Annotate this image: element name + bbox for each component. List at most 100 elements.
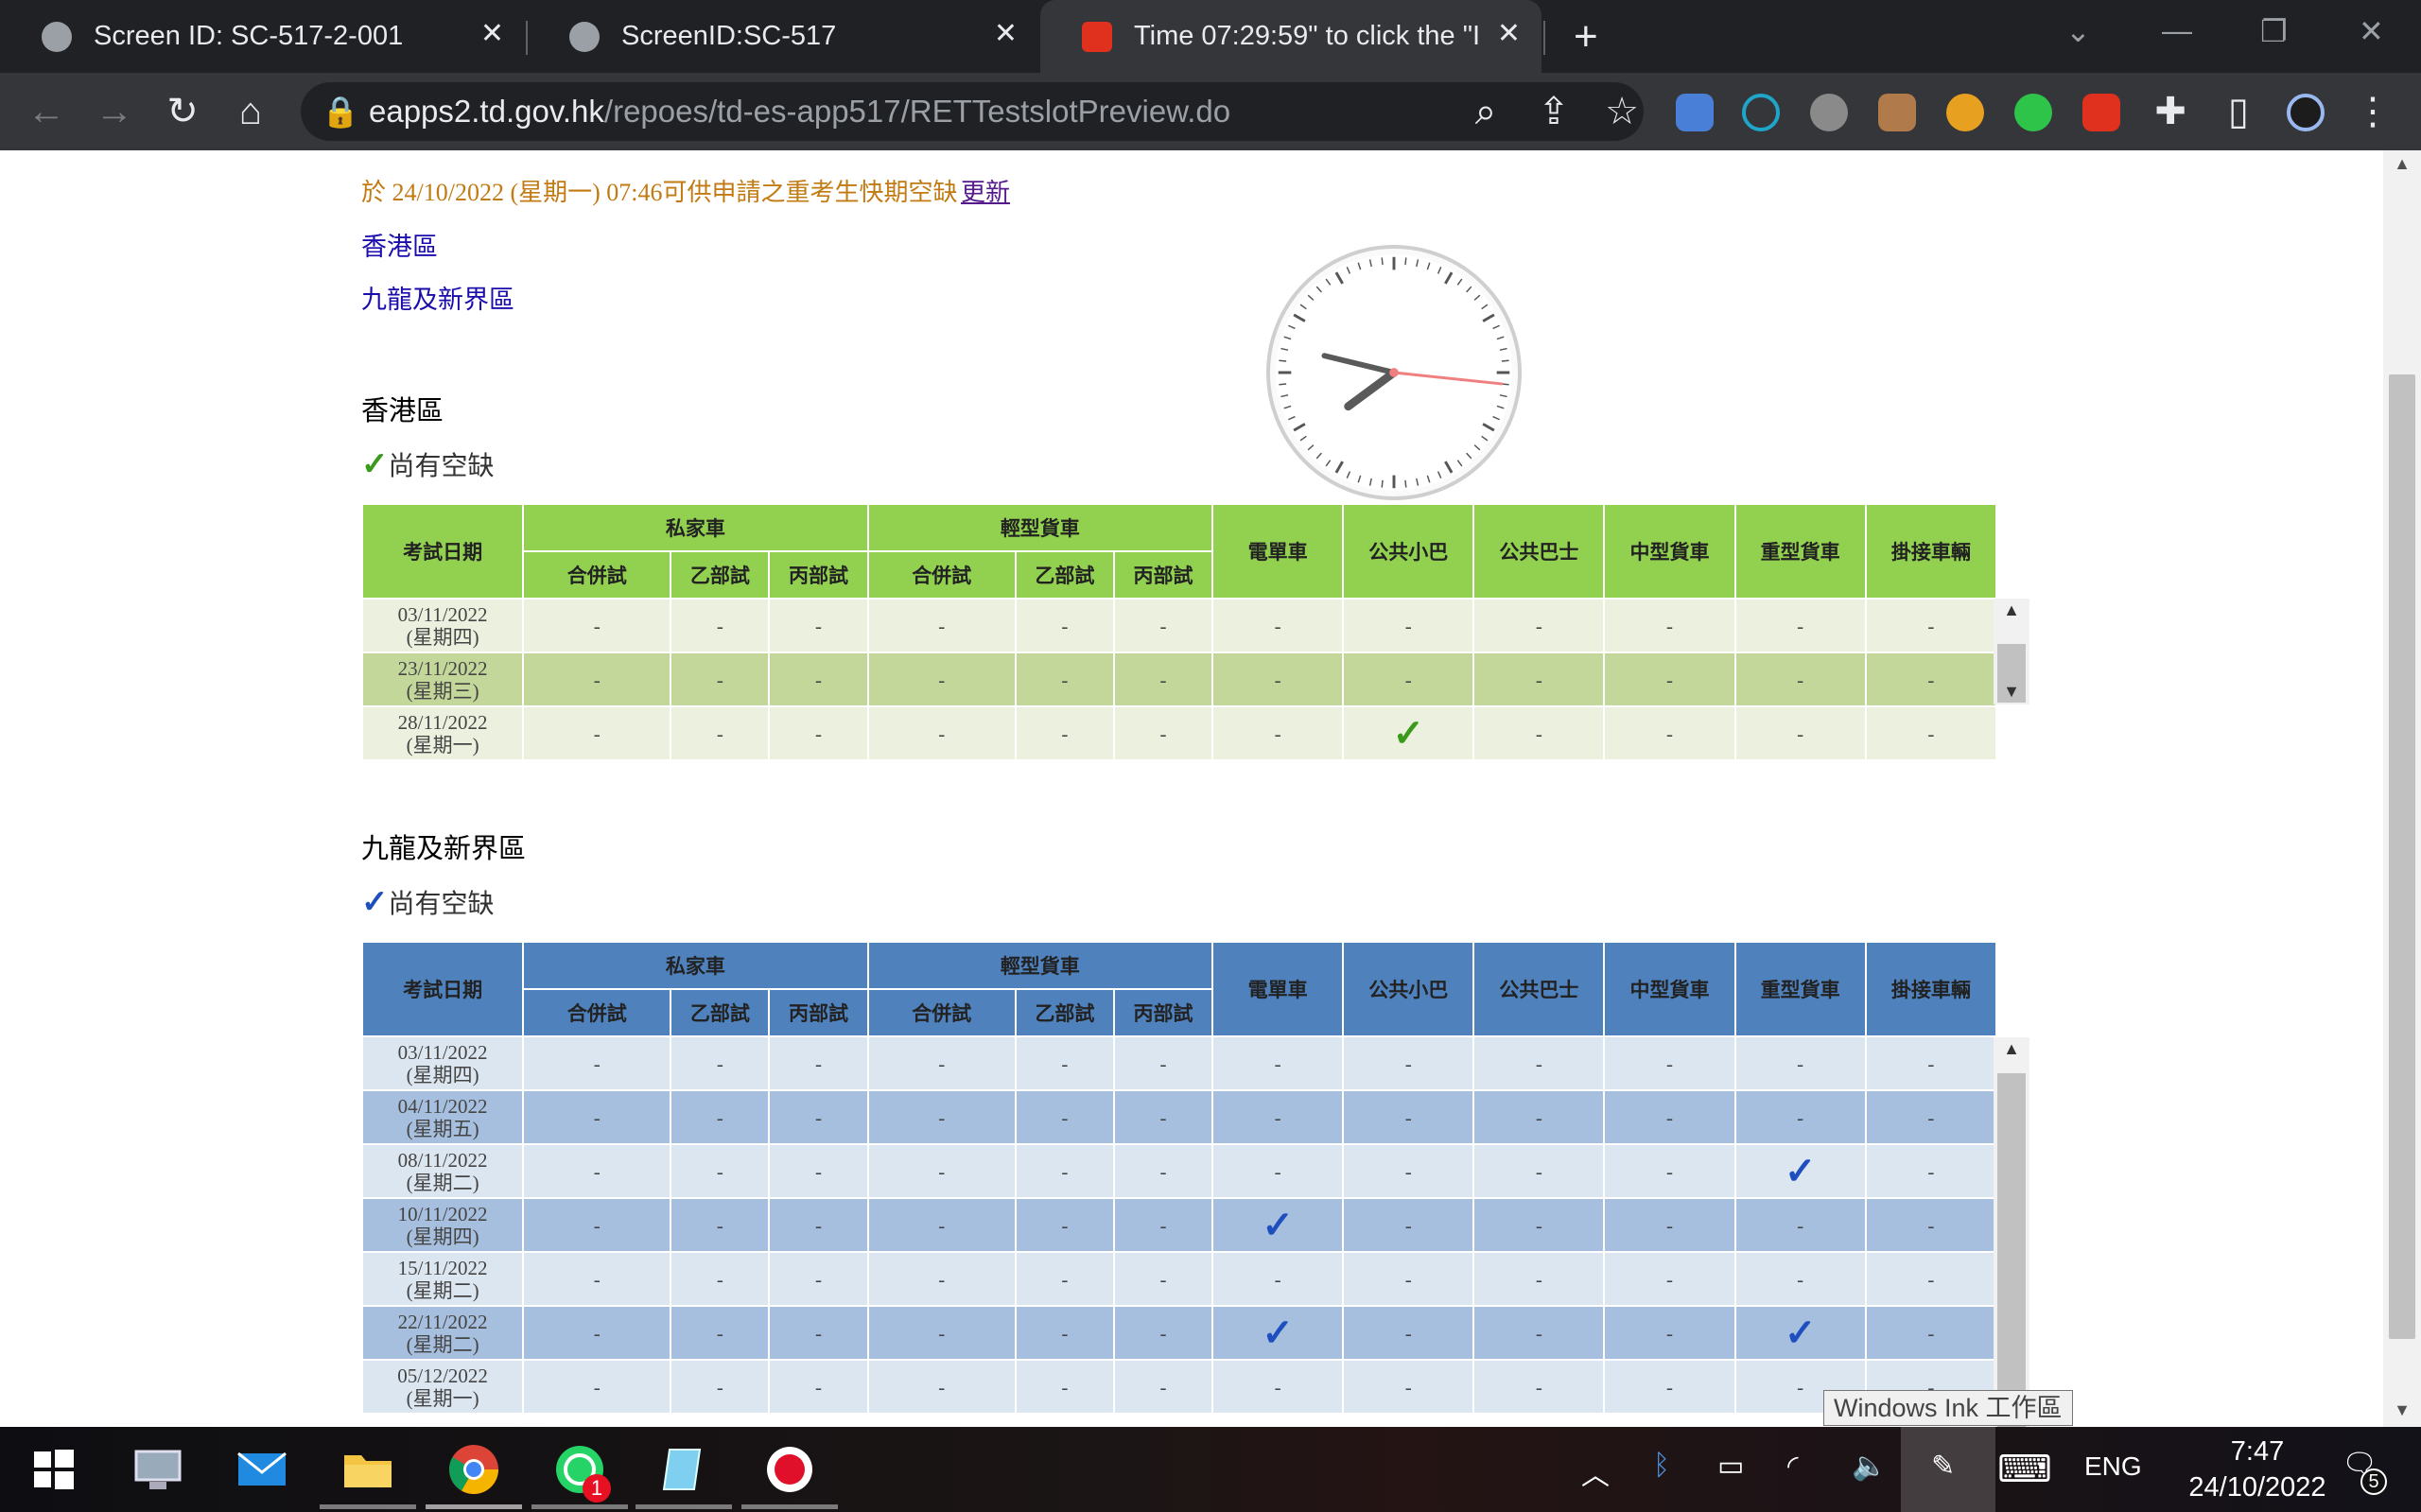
- battery-icon[interactable]: ▭: [1717, 1450, 1744, 1483]
- start-button[interactable]: [26, 1442, 81, 1497]
- spy-extension-icon[interactable]: [1878, 94, 1916, 131]
- home-icon[interactable]: ⌂: [229, 90, 272, 133]
- scrollbar-thumb[interactable]: [1997, 1073, 2026, 1427]
- taskbar-clock-date[interactable]: 24/10/2022: [2158, 1472, 2357, 1503]
- touch-keyboard-icon[interactable]: ⌨: [1997, 1448, 2052, 1491]
- new-tab-button[interactable]: +: [1574, 13, 1598, 61]
- exam-weekday: (星期二): [406, 1332, 479, 1356]
- slot-unavailable-cell: -: [1472, 1359, 1606, 1415]
- slot-unavailable-cell: -: [1112, 1143, 1214, 1199]
- windows-ink-button[interactable]: ✎: [1901, 1427, 1995, 1512]
- refresh-link[interactable]: 更新: [961, 173, 1010, 208]
- close-tab-icon[interactable]: ✕: [994, 17, 1018, 50]
- clock-tick: [1473, 294, 1481, 301]
- back-arrow-icon[interactable]: ←: [25, 90, 68, 133]
- slot-unavailable-cell: -: [768, 1197, 869, 1253]
- clock-tick: [1416, 259, 1420, 268]
- region-link-hong-kong[interactable]: 香港區: [361, 226, 438, 263]
- scroll-down-arrow-icon[interactable]: ▼: [1994, 682, 2029, 702]
- notepad-app[interactable]: [636, 1442, 732, 1509]
- clock-tick: [1499, 394, 1507, 398]
- mail-app[interactable]: [235, 1442, 289, 1497]
- scrollbar-thumb[interactable]: [2389, 374, 2415, 1339]
- clock-tick: [1381, 257, 1384, 266]
- slot-unavailable-cell: -: [670, 1089, 771, 1145]
- clock-tick: [1437, 471, 1442, 478]
- taskbar-clock-time[interactable]: 7:47: [2196, 1436, 2319, 1468]
- notification-center-button[interactable]: 🗨 5: [2336, 1444, 2393, 1497]
- tab-recording-time[interactable]: Time 07:29:59" to click the "I an ✕: [1040, 0, 1541, 73]
- slot-available-cell[interactable]: ✓: [1733, 1143, 1867, 1199]
- scroll-up-arrow-icon[interactable]: ▲: [1994, 1039, 2029, 1059]
- slot-unavailable-cell: -: [670, 1251, 771, 1307]
- adblock-plus-icon[interactable]: [1810, 94, 1848, 131]
- address-bar[interactable]: 🔒 eapps2.td.gov.hk/repoes/td-es-app517/R…: [301, 82, 1644, 141]
- share-icon[interactable]: ⇪: [1532, 90, 1576, 133]
- file-explorer-app[interactable]: [320, 1442, 416, 1509]
- slot-available-cell[interactable]: ✓: [1211, 1197, 1345, 1253]
- computer-icon: [134, 1450, 182, 1489]
- notification-badge: 1: [583, 1474, 611, 1503]
- person-extension-icon[interactable]: [1946, 94, 1984, 131]
- desktop-app[interactable]: [131, 1442, 185, 1497]
- available-legend-label: 尚有空缺: [388, 452, 495, 481]
- header-articulated: 掛接車輛: [1864, 941, 1998, 1037]
- clock-minute-hand: [1321, 353, 1397, 375]
- close-tab-icon[interactable]: ✕: [1497, 17, 1521, 50]
- bluetooth-icon[interactable]: ᛒ: [1653, 1450, 1670, 1482]
- header-light-goods: 輕型貨車: [866, 503, 1214, 552]
- scroll-down-arrow-icon[interactable]: ▼: [2383, 1400, 2421, 1420]
- zoom-icon[interactable]: ⌕: [1464, 90, 1507, 133]
- slot-available-cell[interactable]: ✓: [1211, 1305, 1345, 1361]
- profile-avatar[interactable]: [2287, 94, 2325, 131]
- wifi-icon[interactable]: ◜: [1787, 1450, 1799, 1483]
- subheader-sub-part-b: 乙部試: [1014, 550, 1115, 600]
- close-window-icon[interactable]: ✕: [2359, 13, 2384, 49]
- lock-extension-icon[interactable]: [1742, 94, 1780, 131]
- browser-menu-icon[interactable]: ⋮: [2351, 90, 2395, 133]
- slot-unavailable-cell: -: [1112, 1305, 1214, 1361]
- tab-screenid-sc-517[interactable]: ScreenID:SC-517 ✕: [528, 0, 1038, 73]
- close-tab-icon[interactable]: ✕: [480, 17, 504, 50]
- tab-screen-id-sc-517-2-001[interactable]: Screen ID: SC-517-2-001 ✕: [0, 0, 525, 73]
- slot-available-cell[interactable]: ✓: [1733, 1305, 1867, 1361]
- screen-recorder-app[interactable]: [741, 1442, 838, 1509]
- input-language-indicator[interactable]: ENG: [2084, 1451, 2142, 1482]
- bookmark-star-icon[interactable]: ☆: [1600, 90, 1644, 133]
- google-translate-extension-icon[interactable]: [1676, 94, 1714, 131]
- restore-window-icon[interactable]: ❐: [2260, 13, 2288, 49]
- exam-date-cell: 04/11/2022 (星期五): [360, 1089, 525, 1145]
- green-extension-icon[interactable]: [2014, 94, 2052, 131]
- screen-recorder-extension-icon[interactable]: [2082, 94, 2120, 131]
- slot-unavailable-cell: -: [1733, 1251, 1867, 1307]
- clock-tick: [1325, 278, 1332, 286]
- url-text[interactable]: eapps2.td.gov.hk/repoes/td-es-app517/RET…: [369, 94, 1230, 130]
- minimize-window-icon[interactable]: —: [2162, 13, 2192, 48]
- page-scrollbar[interactable]: ▲ ▼: [2383, 150, 2421, 1427]
- slot-available-cell[interactable]: ✓: [1342, 705, 1475, 761]
- running-indicator: [531, 1504, 628, 1509]
- extensions-puzzle-icon[interactable]: ✚: [2149, 90, 2192, 133]
- kln-table-scrollbar[interactable]: ▲: [1994, 1037, 2029, 1427]
- slot-unavailable-cell: -: [522, 1143, 672, 1199]
- exam-date-cell: 08/11/2022 (星期二): [360, 1143, 525, 1199]
- scroll-up-arrow-icon[interactable]: ▲: [1994, 600, 2029, 620]
- reload-icon[interactable]: ↻: [161, 90, 204, 133]
- side-panel-icon[interactable]: ▯: [2217, 90, 2260, 133]
- speaker-muted-icon[interactable]: 🔈: [1852, 1450, 1887, 1483]
- tab-search-icon[interactable]: ⌄: [2065, 13, 2091, 49]
- clock-tick: [1283, 336, 1292, 340]
- show-hidden-icons-chevron-icon[interactable]: ︿: [1581, 1451, 1610, 1493]
- whatsapp-app[interactable]: 1: [531, 1442, 628, 1509]
- region-link-kowloon-nt[interactable]: 九龍及新界區: [361, 279, 514, 316]
- hk-table-scrollbar[interactable]: ▲ ▼: [1994, 599, 2029, 704]
- header-motorcycle: 電單車: [1211, 503, 1345, 600]
- lock-icon[interactable]: 🔒: [322, 94, 359, 130]
- clock-tick: [1482, 423, 1495, 432]
- scroll-up-arrow-icon[interactable]: ▲: [2383, 154, 2421, 174]
- exam-weekday: (星期一): [406, 1386, 479, 1410]
- tab-separator: [1543, 21, 1545, 55]
- forward-arrow-icon[interactable]: →: [93, 90, 136, 133]
- mail-icon: [237, 1451, 287, 1486]
- chrome-app[interactable]: [426, 1442, 522, 1509]
